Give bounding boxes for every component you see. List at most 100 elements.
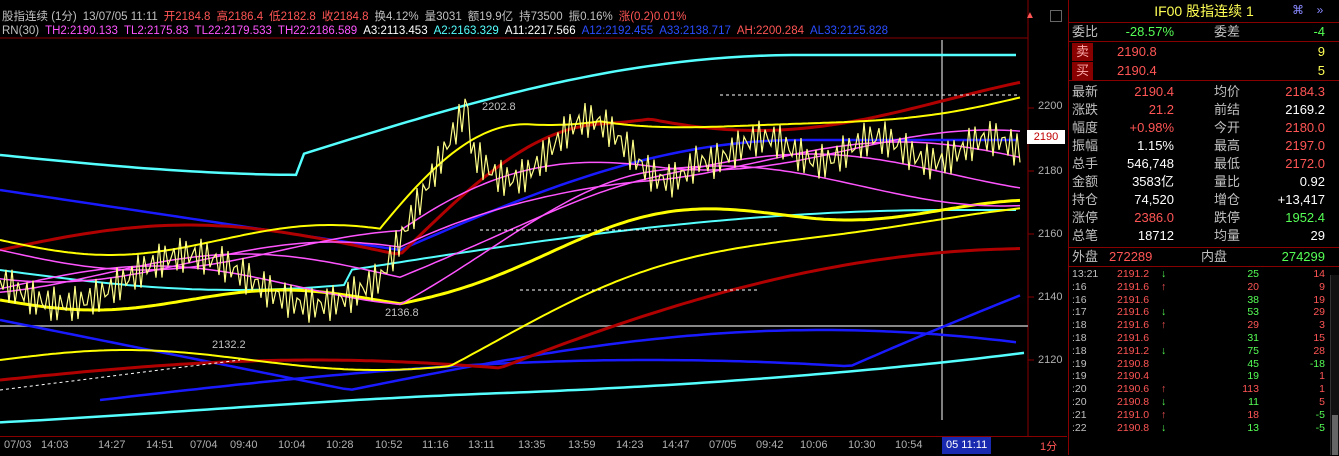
tick-time: :16 [1072,280,1087,293]
indicator-item: AH:2200.284 [736,25,804,37]
ohlc-item: 振0.16% [568,11,613,23]
tick-volume: 75 [1247,344,1259,357]
indicator-item: TL2:2175.83 [123,25,189,37]
close-chart-icon[interactable] [1050,10,1062,22]
tick-direction-icon: ↑ [1161,280,1167,293]
quote-label: 最高 [1214,138,1241,153]
quote-row: 总手 546,748 最低 2172.0 [1069,155,1339,173]
tick-price: 2191.6 [1117,319,1150,332]
buy-qty: 5 [1317,63,1325,78]
band-blue-lower [0,318,1017,391]
quote-value: +0.98% [1129,120,1174,135]
tool-icon[interactable]: ⌘ [1291,3,1305,17]
tick-change: -18 [1309,357,1325,370]
ohlc-item: 量3031 [424,11,462,23]
time-axis-label: 11:16 [422,439,449,451]
inner-value: 274299 [1281,249,1325,264]
tick-volume: 25 [1247,268,1259,280]
tick-row: 13:21 2191.2 ↓ 25 14 [1069,268,1339,281]
time-axis-label: 13:35 [518,439,546,451]
mid-low-annotation: 2136.8 [385,307,419,319]
tick-direction-icon: ↓ [1161,421,1167,434]
tick-volume: 29 [1247,319,1259,332]
quote-label: 今开 [1214,120,1241,135]
tick-change: -5 [1315,421,1325,434]
quote-label: 持仓 [1072,192,1099,207]
indicator-item: RN(30) [2,25,40,37]
quote-value: 2180.0 [1285,120,1325,135]
tick-time: :16 [1072,293,1087,306]
settings-icon[interactable]: ▲ [1025,10,1035,21]
quote-value: 29 [1310,228,1325,243]
tick-volume: 113 [1242,383,1259,396]
quote-label: 总笔 [1072,228,1099,243]
tick-row: :21 2191.0 ↑ 18 -5 [1069,409,1339,422]
tick-volume: 53 [1247,306,1259,319]
time-axis-label: 09:40 [230,439,258,451]
tick-row: :22 2190.8 ↓ 13 -5 [1069,422,1339,435]
quote-value: 2190.4 [1134,84,1174,99]
tick-row: :20 2190.8 ↓ 11 5 [1069,396,1339,409]
tick-time: :18 [1072,331,1087,344]
quote-row: 持仓 74,520 增仓 +13,417 [1069,191,1339,209]
time-axis-label: 14:27 [98,439,126,451]
ohlc-item: 低2182.8 [269,11,316,23]
sell-price[interactable]: 2190.8 [1117,43,1157,61]
tick-volume: 11 [1248,395,1259,408]
tick-volume: 19 [1247,370,1259,383]
tick-direction-icon: ↓ [1161,306,1167,319]
quote-value: 21.2 [1148,102,1174,117]
quote-panel: IF00 股指连续 1 ⌘ » 委比 -28.57% 委差 -4 卖 2190.… [1068,0,1339,455]
time-axis-label: 10:06 [800,439,828,451]
band-cyan-mid [0,209,1016,291]
quote-value: 2386.0 [1134,210,1174,225]
tick-price: 2190.8 [1117,421,1150,434]
tick-price: 2190.4 [1117,370,1150,383]
tick-row: :18 2191.6 31 15 [1069,332,1339,345]
quote-value: 1.15% [1137,138,1174,153]
scroll-thumb[interactable] [1332,415,1338,455]
price-axis-label: 2120 [1038,354,1063,366]
indicator-info-line: RN(30) TH2:2190.133 TL2:2175.83 TL22:2179.5… [2,25,894,37]
quote-value: 2197.0 [1285,138,1325,153]
price-chart[interactable] [0,0,1067,455]
time-axis-label: 07/05 [709,439,737,451]
ohlc-info-line: 股指连续 (1分) 13/07/05 11:11 开2184.8 高2186.4 低21… [2,8,692,24]
tick-row: :17 2191.6 ↓ 53 29 [1069,306,1339,319]
current-price-value: 2190 [1033,131,1059,143]
quote-label: 增仓 [1214,192,1241,207]
expand-icon[interactable]: » [1313,3,1327,17]
ohlc-item: 额19.9亿 [467,11,514,23]
quote-label: 总手 [1072,156,1099,171]
buy-price[interactable]: 2190.4 [1117,62,1157,80]
indicator-item: A3:2113.453 [363,25,428,37]
weibi-row: 委比 -28.57% 委差 -4 [1069,23,1339,42]
price-axis-label: 2200 [1038,100,1063,112]
quote-label: 幅度 [1072,120,1099,135]
sell-row: 卖 2190.8 9 [1069,43,1339,61]
tick-volume: 20 [1247,280,1259,293]
indicator-item: AL33:2125.828 [810,25,889,37]
quote-row: 涨跌 21.2 前结 2169.2 [1069,101,1339,119]
outer-label: 外盘 [1072,249,1099,264]
time-axis-label: 10:04 [278,439,306,451]
time-axis-label: 13:59 [568,439,596,451]
indicator-item: TH2:2190.133 [45,25,118,37]
tick-change: 15 [1313,331,1325,344]
quote-label: 最低 [1214,156,1241,171]
quote-value: 2184.3 [1285,84,1325,99]
tick-direction-icon: ↓ [1161,268,1167,280]
weicha-label: 委差 [1214,24,1241,39]
tick-time: :19 [1072,370,1087,383]
tick-price: 2191.2 [1117,344,1150,357]
period-label[interactable]: 1分 [1040,438,1057,454]
time-axis-label: 14:47 [662,439,690,451]
weibi-value: -28.57% [1125,24,1174,39]
tick-volume: 18 [1247,408,1259,421]
tick-volume: 38 [1247,293,1259,306]
tick-time: 13:21 [1072,268,1099,280]
chart-area[interactable]: 股指连续 (1分) 13/07/05 11:11 开2184.8 高2186.4 低21… [0,0,1067,455]
time-axis-label: 10:54 [895,439,923,451]
tick-list[interactable]: 13:21 2191.2 ↓ 25 14:16 2191.6 ↑ 20 9:16 2191.6 38… [1069,268,1339,434]
tick-scrollbar[interactable] [1330,275,1339,455]
